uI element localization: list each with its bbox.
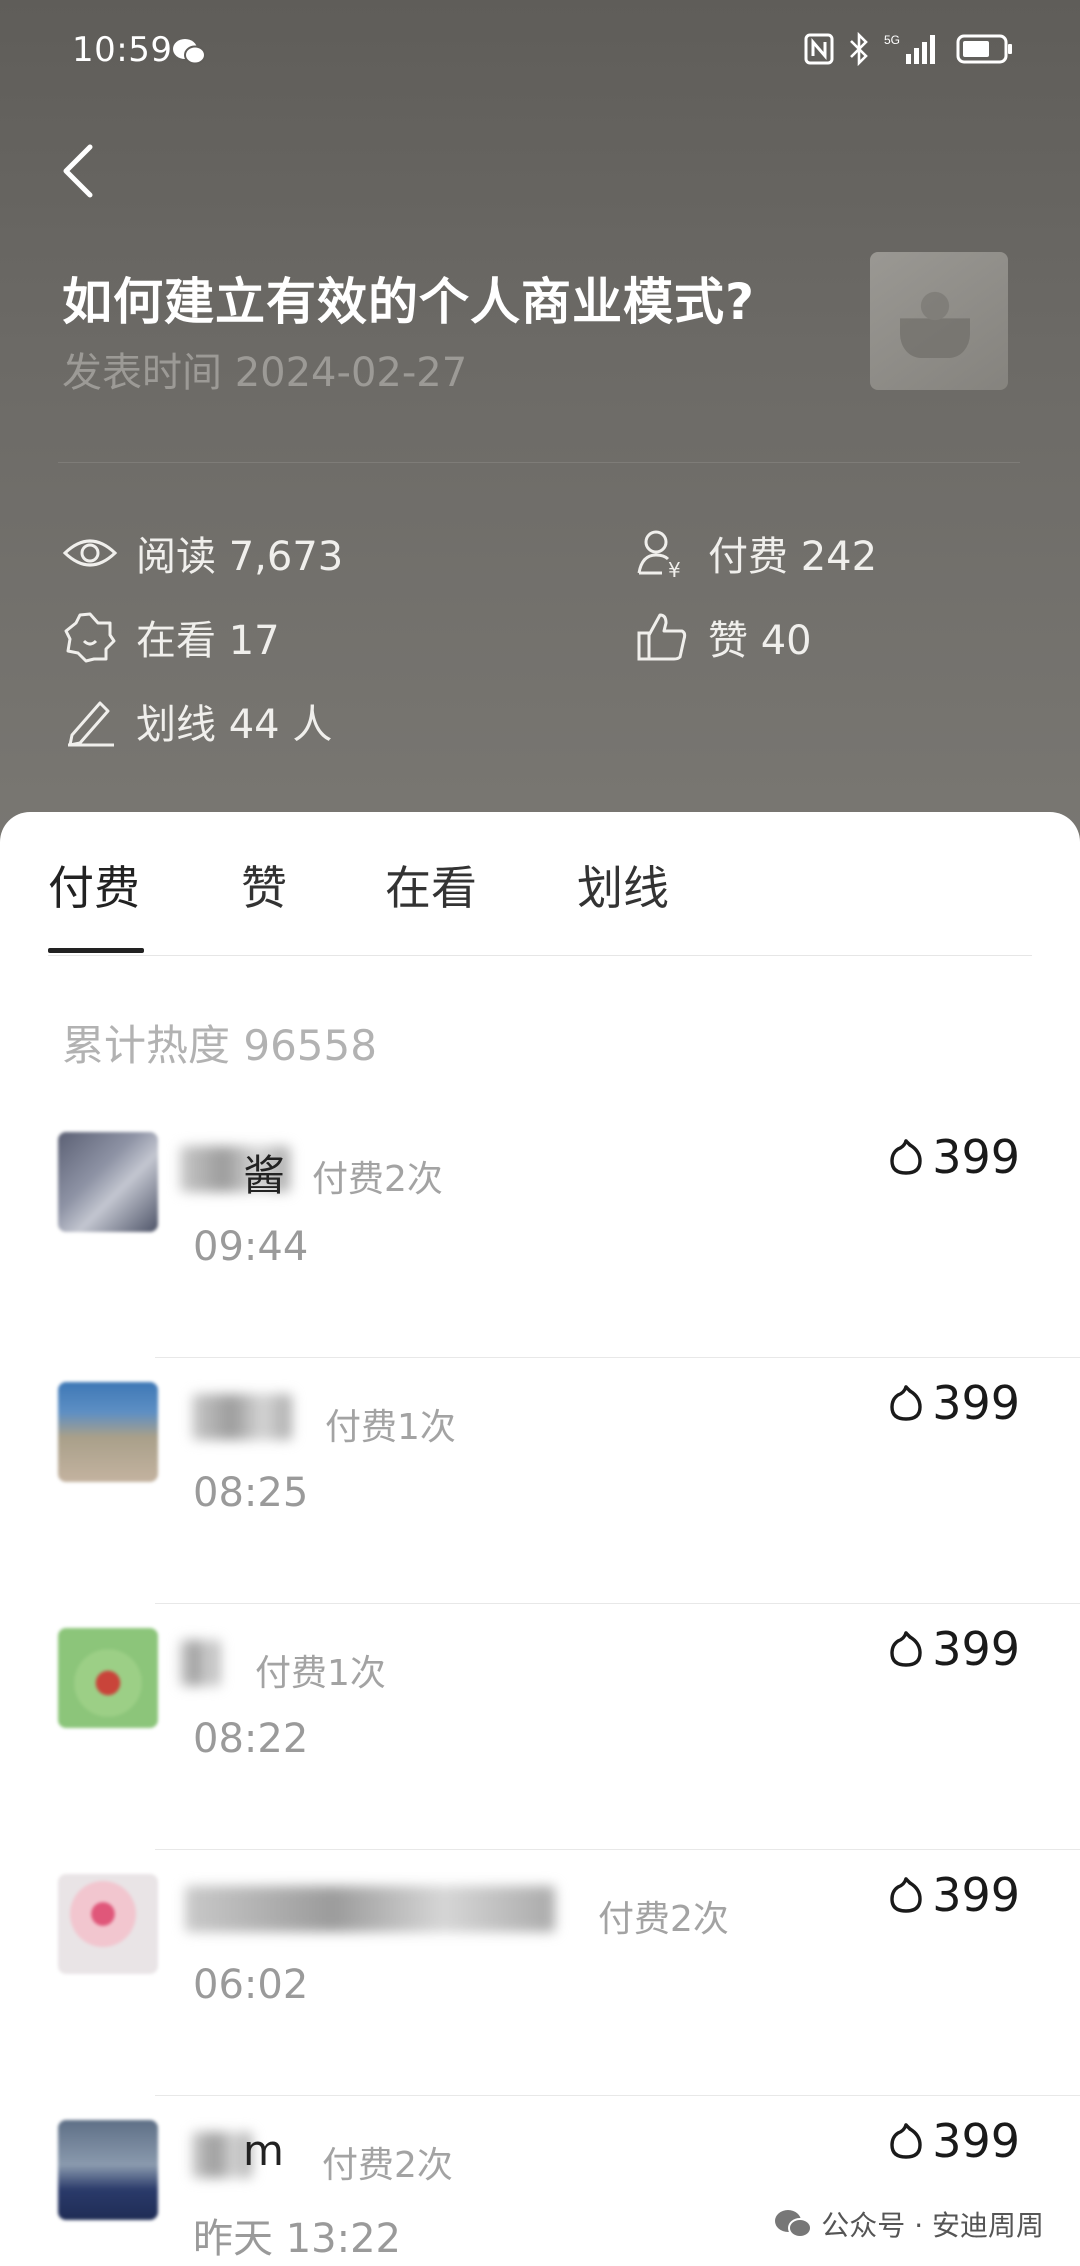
pay-time: 08:22 [193,1716,309,1762]
wechat-icon [173,39,206,65]
flame-icon [890,1385,922,1421]
chevron-left-icon [63,144,93,198]
article-cover[interactable] [870,252,1008,390]
stat-paid-label: 付费 242 [708,534,878,580]
watermark: 公众号 · 安迪周周 [773,2204,1044,2244]
heat-number: 399 [932,1622,1020,1676]
heat-number: 399 [932,1868,1020,1922]
pay-time: 06:02 [193,1962,309,2008]
flame-icon [890,2123,922,2159]
stat-read-label: 阅读 7,673 [136,534,344,580]
article-date: 发表时间 2024-02-27 [62,350,468,396]
flame-icon [890,1877,922,1913]
heat-total: 累计热度 96558 [62,1021,377,1070]
stat-watching: 在看 17 [62,608,280,666]
pay-count: 付费1次 [255,1653,386,1694]
flame-icon [890,1139,922,1175]
header-divider [58,462,1020,463]
avatar[interactable] [58,1874,158,1974]
tab-watching[interactable]: 在看 [385,852,477,918]
signal-icon: 5G [884,33,935,64]
svg-text:¥: ¥ [668,558,681,579]
pen-icon [62,693,118,749]
status-icons: 5G [804,32,1014,66]
stat-likes-label: 赞 40 [708,618,812,664]
name-blurred [180,1640,220,1686]
watermark-text: 公众号 · 安迪周周 [821,2209,1044,2242]
status-time: 10:59 [72,30,173,70]
tabs-divider [48,955,1032,956]
wechat-icon [775,2210,813,2238]
thumbs-up-icon [634,609,690,665]
avatar[interactable] [58,1628,158,1728]
eye-icon [62,525,118,581]
list-item[interactable]: 付费2次 06:02 399 [0,1850,1080,2096]
name-blurred [192,1394,292,1440]
avatar[interactable] [58,1132,158,1232]
stat-watching-label: 在看 17 [136,618,280,664]
watching-icon [62,609,118,665]
user-name: m [243,2126,284,2175]
svg-text:5G: 5G [884,33,900,47]
flame-icon [890,1631,922,1667]
pay-time: 08:25 [193,1470,309,1516]
stat-read: 阅读 7,673 [62,524,343,582]
article-title: 如何建立有效的个人商业模式? [62,273,756,331]
pay-count: 付费2次 [312,1159,443,1200]
user-name: 酱 [243,1151,286,1200]
tab-paid[interactable]: 付费 [48,852,140,918]
pay-count: 付费2次 [598,1899,729,1940]
pay-time: 昨天 13:22 [193,2216,401,2262]
user-yen-icon: ¥ [634,525,690,581]
pay-count: 付费2次 [322,2145,453,2186]
battery-icon [956,34,1012,64]
tab-likes[interactable]: 赞 [241,852,287,918]
avatar[interactable] [58,1382,158,1482]
heat-number: 399 [932,1376,1020,1430]
heat-value: 399 [888,1868,1020,1922]
interaction-sheet: 付费 赞 在看 划线 累计热度 96558 酱 付费2次 09:44 399 付… [0,812,1080,2266]
back-button[interactable] [52,135,112,205]
status-bar: 10:59 5G [0,0,1080,100]
heat-value: 399 [888,1130,1020,1184]
heat-value: 399 [888,1376,1020,1430]
name-blurred [185,1886,555,1932]
avatar[interactable] [58,2120,158,2220]
nfc-icon [804,33,834,65]
cover-portrait [900,278,970,358]
stat-paid: ¥ 付费 242 [634,524,877,582]
list-item[interactable]: 付费1次 08:22 399 [0,1604,1080,1850]
stat-highlights-label: 划线 44 人 [136,702,333,748]
heat-number: 399 [932,2114,1020,2168]
pay-time: 09:44 [193,1224,309,1270]
stat-likes: 赞 40 [634,608,812,666]
pay-count: 付费1次 [325,1407,456,1448]
bluetooth-icon [850,32,868,66]
list-item[interactable]: 酱 付费2次 09:44 399 [0,1112,1080,1358]
stat-highlights: 划线 44 人 [62,692,332,750]
heat-number: 399 [932,1130,1020,1184]
tab-bar: 付费 赞 在看 划线 [0,852,1080,932]
tab-highlights[interactable]: 划线 [577,852,669,918]
list-item[interactable]: 付费1次 08:25 399 [0,1358,1080,1604]
active-tab-indicator [48,948,144,953]
heat-value: 399 [888,2114,1020,2168]
heat-value: 399 [888,1622,1020,1676]
